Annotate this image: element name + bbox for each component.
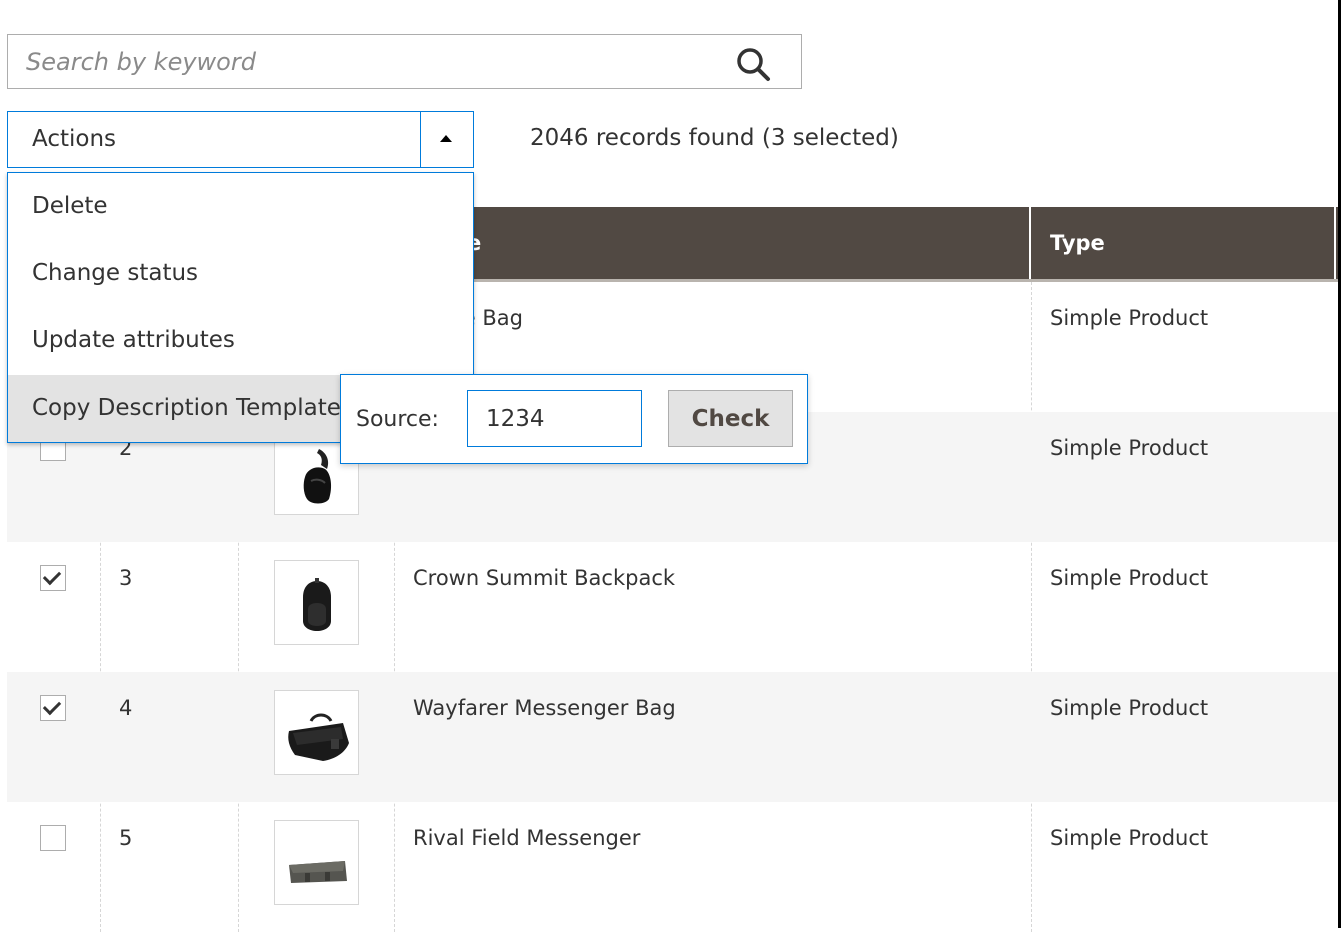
product-type: Simple Product — [1050, 696, 1209, 720]
backpack-image — [303, 578, 331, 631]
actions-toggle-button[interactable] — [420, 112, 473, 167]
header-separator — [1334, 207, 1336, 279]
product-thumbnail — [274, 820, 359, 905]
row-checkbox[interactable] — [40, 695, 66, 721]
search-box — [7, 34, 802, 89]
table-row[interactable]: 4 Wayfarer Messenger Bag Simple Product — [7, 672, 1338, 802]
check-button[interactable]: Check — [668, 390, 793, 447]
product-id: 4 — [119, 696, 133, 720]
messenger-bag-image — [288, 713, 349, 761]
product-thumbnail — [274, 690, 359, 775]
table-row[interactable]: 5 Rival Field Messenger Simple Product — [7, 802, 1338, 932]
product-name: Rival Field Messenger — [413, 826, 641, 850]
copy-template-popup: Source: Check — [340, 374, 808, 464]
menu-item-label: Update attributes — [32, 327, 235, 353]
records-count: 2046 records found (3 selected) — [530, 125, 899, 151]
search-input[interactable] — [8, 35, 708, 88]
field-messenger-image — [289, 861, 347, 883]
menu-item-update-attributes[interactable]: Update attributes — [8, 307, 473, 374]
product-id: 3 — [119, 566, 133, 590]
header-separator — [1029, 207, 1031, 279]
menu-item-delete[interactable]: Delete — [8, 173, 473, 240]
menu-item-label: Change status — [32, 260, 199, 286]
actions-label: Actions — [32, 126, 117, 152]
menu-item-change-status[interactable]: Change status — [8, 240, 473, 307]
table-row[interactable]: 3 Crown Summit Backpack Simple Product — [7, 542, 1338, 672]
menu-item-label: Delete — [32, 193, 108, 219]
search-icon[interactable] — [733, 45, 773, 83]
source-label: Source: — [356, 407, 439, 432]
product-type: Simple Product — [1050, 436, 1209, 460]
product-type: Simple Product — [1050, 566, 1209, 590]
product-name: Crown Summit Backpack — [413, 566, 676, 590]
window-edge — [1338, 0, 1341, 928]
product-thumbnail — [274, 560, 359, 645]
product-name: Wayfarer Messenger Bag — [413, 696, 676, 720]
source-input[interactable] — [467, 390, 642, 447]
menu-item-label: Copy Description Template — [32, 395, 341, 421]
checkmark-icon — [42, 696, 62, 716]
product-type: Simple Product — [1050, 306, 1209, 330]
arrow-up-icon — [440, 135, 452, 142]
checkmark-icon — [42, 566, 62, 586]
row-checkbox[interactable] — [40, 565, 66, 591]
product-id: 5 — [119, 826, 133, 850]
product-type: Simple Product — [1050, 826, 1209, 850]
header-type[interactable]: Type — [1050, 207, 1105, 279]
actions-dropdown[interactable]: Actions — [7, 111, 474, 168]
row-checkbox[interactable] — [40, 825, 66, 851]
